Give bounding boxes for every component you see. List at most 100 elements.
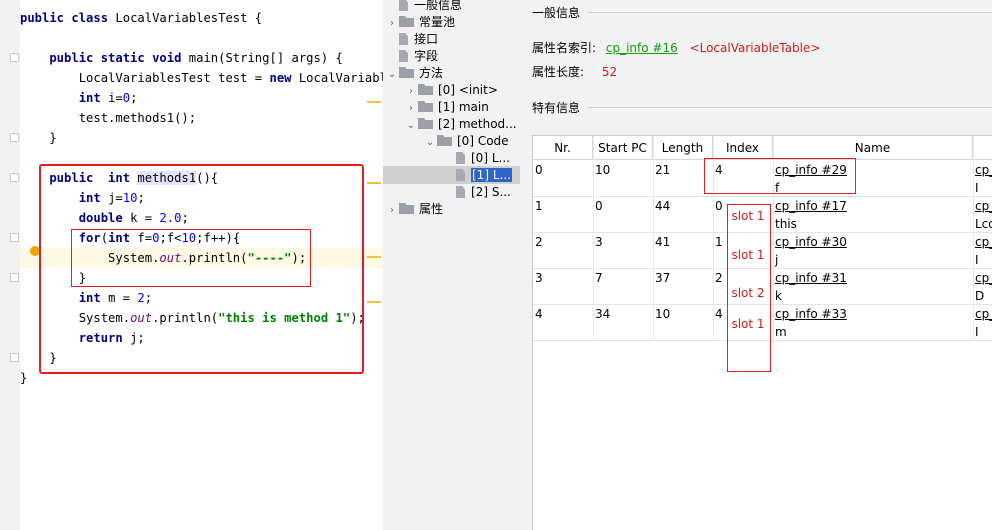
- code-token: test.methods1();: [20, 111, 197, 125]
- column-divider: [593, 136, 594, 340]
- code-line[interactable]: test.methods1();: [20, 108, 196, 128]
- chevron-down-icon[interactable]: ⌄: [385, 66, 399, 84]
- code-token: int: [20, 91, 109, 105]
- warning-marker[interactable]: [367, 182, 381, 184]
- name-index-value: <LocalVariableTable>: [689, 41, 821, 55]
- slot-label: slot 2: [731, 286, 765, 300]
- class-structure-tree[interactable]: 一般信息 › 常量池 接口 字段 ⌄ 方法 › [0] <init> › [1] main ⌄ [2] …: [383, 0, 520, 530]
- fold-marker[interactable]: [10, 233, 19, 242]
- chevron-down-icon[interactable]: ⌄: [423, 134, 437, 152]
- column-divider: [653, 136, 654, 340]
- code-token: }: [20, 131, 57, 145]
- tree-node[interactable]: ⌄ 方法: [385, 64, 443, 82]
- folder-icon: [437, 135, 452, 146]
- folder-icon: [418, 84, 433, 95]
- folder-icon: [418, 118, 433, 129]
- warning-marker[interactable]: [367, 301, 381, 303]
- cell-name: k: [775, 289, 782, 303]
- cell-nr: 4: [535, 307, 543, 321]
- folder-icon: [399, 67, 414, 78]
- chevron-right-icon[interactable]: ›: [385, 202, 399, 220]
- folder-icon: [418, 101, 433, 112]
- cell-descriptor-link[interactable]: cp_: [975, 163, 992, 177]
- tree-node-label: 一般信息: [414, 0, 463, 12]
- code-token: main(String[] args) {: [188, 51, 343, 65]
- general-info-title: 一般信息: [532, 6, 581, 20]
- cell-descriptor: I: [975, 181, 979, 195]
- cell-start-pc: 3: [595, 235, 603, 249]
- name-index-row: 属性名索引: cp_info #16 <LocalVariableTable>: [532, 39, 820, 56]
- column-header[interactable]: [973, 136, 992, 160]
- code-line[interactable]: }: [20, 368, 27, 388]
- code-line[interactable]: int i=0;: [20, 88, 138, 108]
- code-token: 0: [122, 91, 131, 105]
- tree-node[interactable]: 字段: [385, 47, 438, 65]
- cell-descriptor-link[interactable]: cp_: [975, 199, 992, 213]
- warning-marker[interactable]: [367, 101, 381, 103]
- tree-node[interactable]: › [1] main: [404, 98, 489, 116]
- code-line[interactable]: LocalVariablesTest test = new LocalVaria…: [20, 68, 383, 88]
- code-line[interactable]: }: [20, 128, 57, 148]
- tree-node-label: [1] L...: [471, 168, 512, 182]
- cell-index: 4: [715, 307, 723, 321]
- cell-name-link[interactable]: cp_info #30: [775, 235, 847, 249]
- tree-node[interactable]: ⌄ [2] method...: [404, 115, 517, 133]
- tree-node-label: [2] S...: [471, 185, 511, 199]
- cell-length: 21: [655, 163, 671, 177]
- cell-name-link[interactable]: cp_info #31: [775, 271, 847, 285]
- tree-node-label: 方法: [419, 66, 444, 80]
- editor-gutter: [0, 0, 20, 530]
- fold-marker[interactable]: [10, 273, 19, 282]
- cell-descriptor-link[interactable]: cp_: [975, 271, 992, 285]
- cell-nr: 1: [535, 199, 543, 213]
- tree-node[interactable]: › 属性: [385, 200, 443, 218]
- code-line[interactable]: public static void main(String[] args) {: [20, 48, 343, 68]
- tree-node[interactable]: 接口: [385, 30, 438, 48]
- fold-marker[interactable]: [10, 53, 19, 62]
- slot-label: slot 1: [731, 248, 765, 262]
- cell-nr: 3: [535, 271, 543, 285]
- column-header[interactable]: Length: [653, 136, 713, 160]
- tree-node-label: [2] method...: [438, 117, 517, 131]
- cell-descriptor-link[interactable]: cp_: [975, 307, 992, 321]
- tree-node[interactable]: [2] S...: [442, 183, 511, 201]
- fold-marker[interactable]: [10, 133, 19, 142]
- cell-name-link[interactable]: cp_info #17: [775, 199, 847, 213]
- cell-start-pc: 7: [595, 271, 603, 285]
- cell-name-link[interactable]: cp_info #33: [775, 307, 847, 321]
- cell-descriptor-link[interactable]: cp_: [975, 235, 992, 249]
- name-index-link[interactable]: cp_info #16: [606, 41, 678, 55]
- column-divider: [973, 136, 974, 340]
- warning-marker[interactable]: [367, 256, 381, 258]
- code-token: LocalVariablesTest test =: [20, 71, 270, 85]
- tree-node-label: 字段: [414, 49, 439, 63]
- column-header[interactable]: Nr.: [533, 136, 593, 160]
- tree-node[interactable]: 一般信息: [385, 0, 462, 14]
- chevron-down-icon[interactable]: ⌄: [404, 117, 418, 135]
- tree-node[interactable]: [0] L...: [442, 149, 510, 167]
- tree-node-label: [1] main: [438, 100, 489, 114]
- fold-marker[interactable]: [10, 353, 19, 362]
- slot-label: slot 1: [731, 209, 765, 223]
- column-header[interactable]: Name: [773, 136, 973, 160]
- length-row: 属性长度: 52: [532, 63, 617, 80]
- tree-node[interactable]: [1] L...: [383, 166, 520, 184]
- file-icon: [456, 169, 465, 181]
- code-token: ;: [130, 91, 138, 105]
- cell-length: 41: [655, 235, 671, 249]
- name-index-label: 属性名索引:: [532, 41, 597, 55]
- tree-node[interactable]: ⌄ [0] Code: [423, 132, 509, 150]
- divider: [588, 107, 992, 108]
- tree-node[interactable]: › [0] <init>: [404, 81, 498, 99]
- column-header[interactable]: Index: [713, 136, 773, 160]
- tree-node[interactable]: › 常量池: [385, 13, 455, 31]
- length-label: 属性长度:: [532, 65, 585, 79]
- code-token: public static void: [20, 51, 189, 65]
- file-icon: [456, 152, 465, 164]
- cell-index: 1: [715, 235, 723, 249]
- code-editor[interactable]: public class LocalVariablesTest { public…: [0, 0, 383, 530]
- fold-marker[interactable]: [10, 173, 19, 182]
- code-line[interactable]: public class LocalVariablesTest {: [20, 8, 262, 28]
- column-header[interactable]: Start PC: [593, 136, 653, 160]
- index-highlight-box: [704, 158, 856, 194]
